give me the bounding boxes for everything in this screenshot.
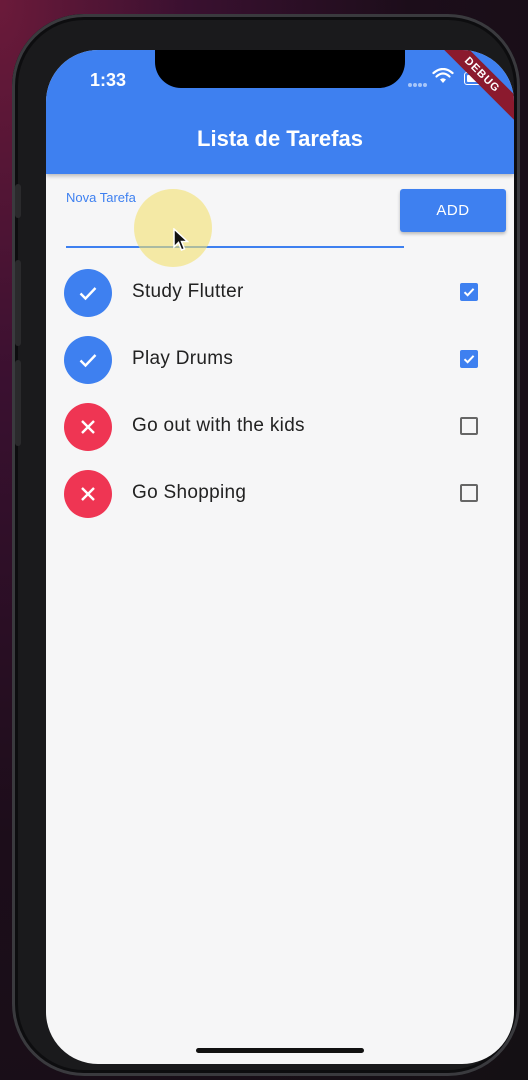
- task-item-2[interactable]: Go out with the kids: [46, 399, 514, 455]
- task-item-3[interactable]: Go Shopping: [46, 466, 514, 522]
- phone-side-button: [15, 184, 21, 218]
- status-time: 1:33: [90, 70, 127, 90]
- app-bar: 1:33 DEBUG Lista de Tarefas: [46, 50, 514, 174]
- app-screen: 1:33 DEBUG Lista de Tarefas Nova Tarefa …: [46, 50, 514, 1064]
- home-indicator[interactable]: [196, 1048, 364, 1053]
- task-title: Go Shopping: [132, 482, 247, 503]
- signal-icon: [408, 74, 428, 87]
- new-task-input[interactable]: [66, 208, 404, 248]
- task-checkbox[interactable]: [460, 417, 478, 435]
- check-icon: [64, 336, 112, 384]
- new-task-label: Nova Tarefa: [66, 190, 136, 205]
- close-icon: [64, 470, 112, 518]
- notch: [155, 50, 405, 88]
- task-title: Study Flutter: [132, 281, 244, 302]
- task-title: Go out with the kids: [132, 415, 305, 436]
- mouse-cursor-icon: [173, 228, 189, 251]
- task-item-0[interactable]: Study Flutter: [46, 265, 514, 321]
- page-title: Lista de Tarefas: [197, 126, 363, 151]
- task-title: Play Drums: [132, 348, 234, 369]
- add-button[interactable]: ADD: [400, 189, 506, 232]
- wifi-icon: [432, 68, 454, 83]
- phone-side-button: [15, 260, 21, 346]
- phone-frame: 1:33 DEBUG Lista de Tarefas Nova Tarefa …: [12, 14, 520, 1076]
- task-checkbox[interactable]: [460, 484, 478, 502]
- task-item-1[interactable]: Play Drums: [46, 332, 514, 388]
- close-icon: [64, 403, 112, 451]
- phone-side-button: [15, 360, 21, 446]
- task-checkbox[interactable]: [460, 283, 478, 301]
- check-icon: [64, 269, 112, 317]
- debug-banner: DEBUG: [433, 50, 514, 124]
- task-checkbox[interactable]: [460, 350, 478, 368]
